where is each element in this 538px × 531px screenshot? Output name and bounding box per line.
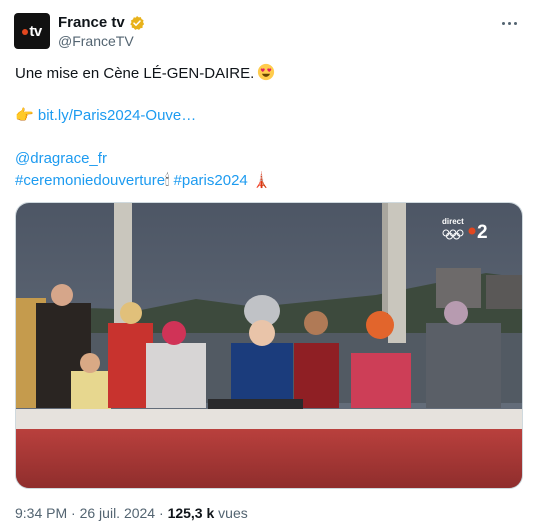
meta-separator: · — [67, 505, 80, 521]
handle[interactable]: @FranceTV — [58, 33, 145, 49]
author-block: France tv @FranceTV — [58, 13, 145, 49]
tweet-meta: 9:34 PM · 26 juil. 2024 · 125,3 k vues — [15, 505, 248, 521]
tweet-link-line: 👉 bit.ly/Paris2024-Ouve… — [15, 106, 196, 126]
avatar-logo-text: tv — [29, 22, 42, 40]
tweet-date[interactable]: 26 juil. 2024 — [80, 505, 156, 521]
olympic-flame-icon: 🕯 — [165, 172, 170, 189]
hashtag-ceremonie[interactable]: #ceremoniedouverture — [15, 172, 165, 189]
heart-eyes-emoji-icon — [258, 63, 275, 81]
display-name[interactable]: France tv — [58, 14, 125, 31]
more-options-icon[interactable] — [498, 14, 520, 32]
views-count: 125,3 k — [167, 505, 215, 521]
hashtag-paris2024[interactable]: #paris2024 — [174, 172, 248, 189]
channel-number: 2 — [477, 222, 488, 243]
tweet-time[interactable]: 9:34 PM — [15, 505, 67, 521]
article-link[interactable]: bit.ly/Paris2024-Ouve… — [38, 107, 196, 124]
tweet-text-line1: Une mise en Cène LÉ-GEN-DAIRE. — [15, 63, 275, 84]
avatar[interactable]: tv — [14, 13, 50, 49]
tweet-mention-line: @dragrace_fr — [15, 149, 107, 169]
live-label: direct — [442, 217, 464, 226]
video-frame: direct 2 — [16, 203, 522, 488]
meta-separator: · — [155, 505, 168, 521]
pointing-hand-icon: 👉 — [15, 107, 34, 124]
mention-link[interactable]: @dragrace_fr — [15, 150, 107, 167]
brand-dot — [22, 29, 29, 35]
eiffel-tower-icon: 🗼 — [251, 172, 271, 189]
verified-badge-icon — [129, 15, 144, 30]
tweet-hashtags-line: #ceremoniedouverture🕯 #paris2024 🗼 — [15, 171, 271, 191]
tweet-text: Une mise en Cène LÉ-GEN-DAIRE. — [15, 65, 255, 82]
tweet-video[interactable]: direct 2 — [15, 202, 523, 489]
channel-dot — [468, 227, 476, 235]
views-label: vues — [214, 505, 248, 521]
